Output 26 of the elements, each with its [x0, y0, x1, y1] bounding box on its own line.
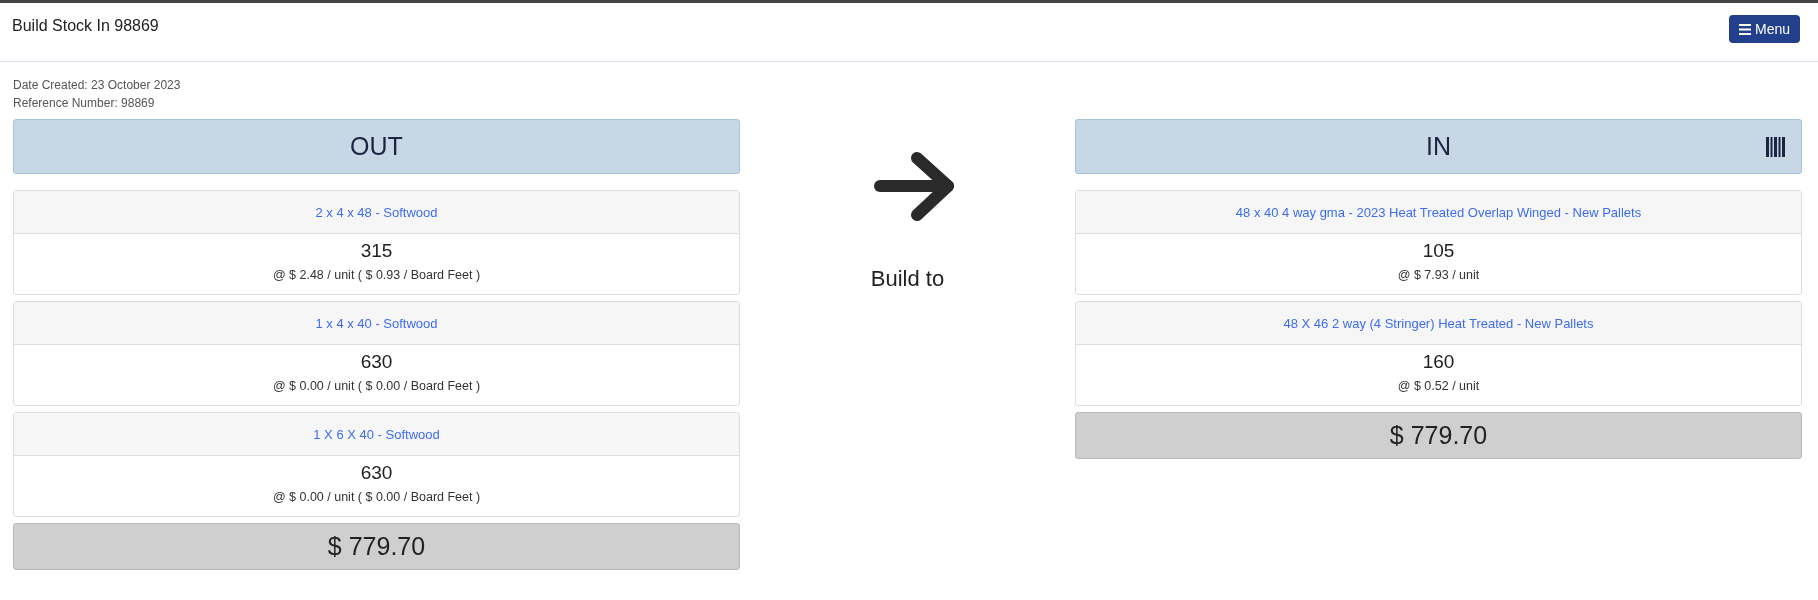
item-link[interactable]: 48 x 40 4 way gma - 2023 Heat Treated Overlap Winged - New Pallets: [1235, 204, 1642, 220]
panel-title: IN: [1426, 132, 1451, 161]
item-quantity: 630: [360, 461, 393, 485]
item-quantity: 630: [360, 350, 393, 374]
info-text: Reference Number: 98869: [13, 95, 156, 112]
item-link[interactable]: 2 x 4 x 48 - Softwood: [315, 204, 438, 220]
menu-button[interactable]: Menu: [1728, 15, 1800, 43]
panel-title: OUT: [350, 132, 403, 161]
item-quantity: 105: [1422, 239, 1455, 263]
item-link[interactable]: 1 x 4 x 40 - Softwood: [315, 315, 438, 331]
menu-icon: [1738, 23, 1751, 35]
item-price: @ $ 2.48 / unit ( $ 0.93 / Board Feet ): [272, 267, 481, 284]
page-title: Build Stock In 98869: [12, 17, 159, 35]
build-to-label: Build to: [870, 266, 945, 292]
item-quantity: 315: [360, 239, 393, 263]
total-amount: $ 779.70: [13, 523, 740, 570]
barcode-icon[interactable]: [1766, 136, 1787, 157]
item-price: @ $ 0.00 / unit ( $ 0.00 / Board Feet ): [272, 378, 481, 395]
item-link[interactable]: 1 X 6 X 40 - Softwood: [313, 426, 440, 442]
item-price: @ $ 0.00 / unit ( $ 0.00 / Board Feet ): [272, 489, 481, 506]
item-quantity: 160: [1422, 350, 1455, 374]
item-price: @ $ 7.93 / unit: [1397, 267, 1480, 284]
info-text: Date Created: 23 October 2023: [13, 77, 182, 94]
item-price: @ $ 0.52 / unit: [1397, 378, 1480, 395]
total-amount: $ 779.70: [1075, 412, 1802, 459]
item-link[interactable]: 48 X 46 2 way (4 Stringer) Heat Treated - New Pallets: [1283, 315, 1594, 331]
